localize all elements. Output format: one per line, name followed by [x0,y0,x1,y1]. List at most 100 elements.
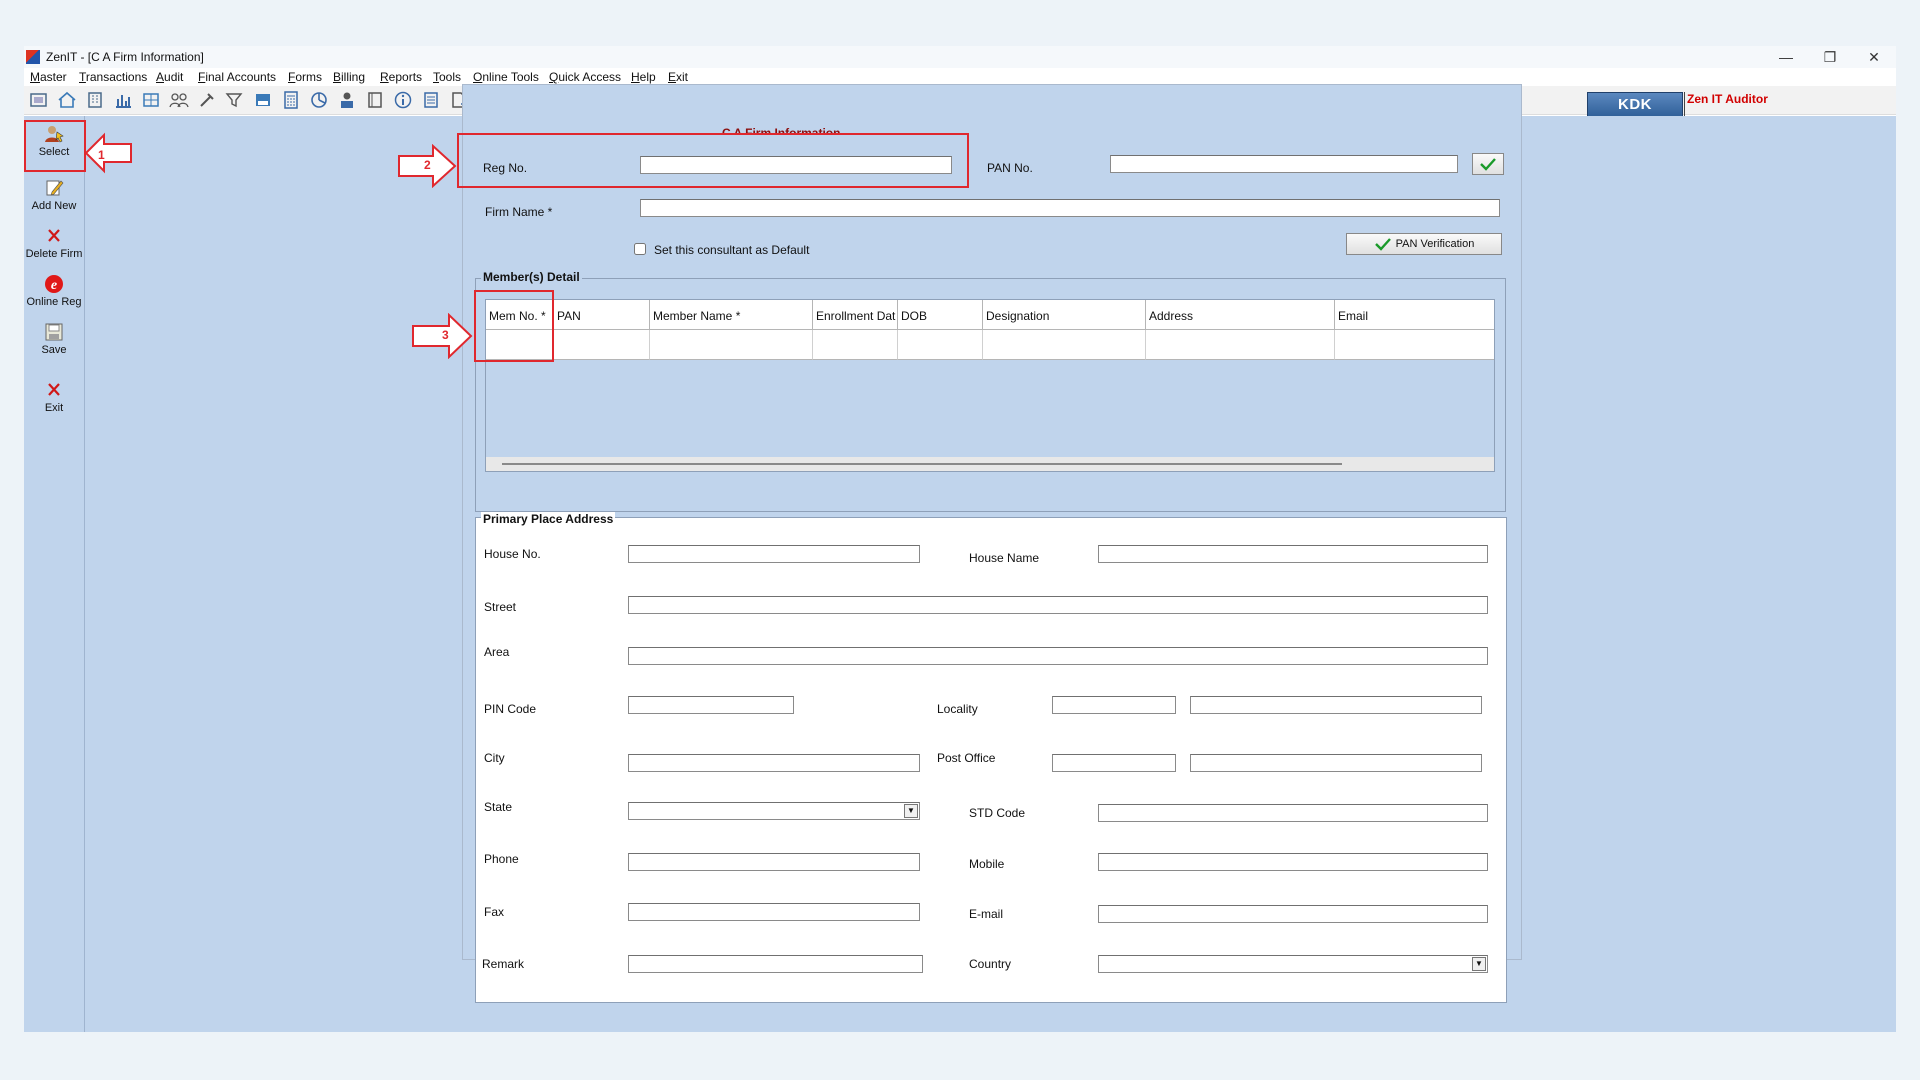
post-office-code-input[interactable] [1052,754,1176,772]
city-input[interactable] [628,754,920,772]
state-select[interactable]: ▼ [628,802,920,820]
save-button[interactable]: Save [24,322,84,356]
col-dob[interactable]: DOB [898,300,983,330]
mobile-input[interactable] [1098,853,1488,871]
phone-label: Phone [484,852,519,866]
home-icon[interactable] [56,90,78,110]
open-icon[interactable] [28,90,50,110]
ledger-icon[interactable] [420,90,442,110]
cell-address[interactable] [1146,330,1335,360]
menu-forms[interactable]: Forms [288,70,322,84]
col-designation[interactable]: Designation [983,300,1146,330]
cell-dob[interactable] [898,330,983,360]
restore-button[interactable]: ❐ [1808,46,1852,68]
email-input[interactable] [1098,905,1488,923]
cell-enrollment-date[interactable] [813,330,898,360]
online-reg-button[interactable]: e Online Reg [24,274,84,308]
tax-icon[interactable] [252,90,274,110]
cell-pan[interactable] [554,330,650,360]
pan-verification-button[interactable]: PAN Verification [1346,233,1502,255]
members-hscrollbar[interactable] [486,457,1494,471]
house-no-input[interactable] [628,545,920,563]
delete-firm-button[interactable]: Delete Firm [24,226,84,260]
pan-check-button[interactable] [1472,153,1504,175]
default-consultant-checkbox[interactable] [634,243,646,255]
menu-quick-access[interactable]: Quick Access [549,70,621,84]
fax-label: Fax [484,905,505,919]
checkmark-icon [1374,238,1391,251]
save-icon [45,323,63,341]
std-code-label: STD Code [969,806,1026,820]
close-button[interactable]: ✕ [1852,46,1896,68]
cell-email[interactable] [1335,330,1494,360]
area-input[interactable] [628,647,1488,665]
menu-final-accounts[interactable]: Final Accounts [198,70,276,84]
phone-input[interactable] [628,853,920,871]
users-icon[interactable] [168,90,190,110]
exit-icon [48,383,60,396]
cell-member-name[interactable] [650,330,813,360]
col-enrollment-date[interactable]: Enrollment Dat [813,300,898,330]
pie-chart-icon[interactable] [308,90,330,110]
delete-icon [48,229,60,242]
grid-icon[interactable] [140,90,162,110]
remark-input[interactable] [628,955,923,973]
building-icon[interactable] [84,90,106,110]
menu-help[interactable]: Help [631,70,656,84]
bar-chart-icon[interactable] [112,90,134,110]
locality-code-input[interactable] [1052,696,1176,714]
app-logo-icon [26,50,40,64]
filter-icon[interactable] [224,90,246,110]
post-office-input[interactable] [1190,754,1482,772]
arrow-1-icon [84,132,132,174]
col-member-name[interactable]: Member Name * [650,300,813,330]
menu-transactions[interactable]: Transactions [79,70,147,84]
book-icon[interactable] [364,90,386,110]
mobile-label: Mobile [969,857,1005,871]
firm-name-input[interactable] [640,199,1500,217]
title-bar: ZenIT - [C A Firm Information] — ❐ ✕ [24,46,1896,68]
fax-input[interactable] [628,903,920,921]
members-title: Member(s) Detail [481,270,582,284]
col-email[interactable]: Email [1335,300,1494,330]
menu-exit[interactable]: Exit [668,70,688,84]
menu-reports[interactable]: Reports [380,70,422,84]
email-label: E-mail [969,907,1004,921]
calculator-icon[interactable] [280,90,302,110]
locality-input[interactable] [1190,696,1482,714]
exit-button[interactable]: Exit [24,380,84,414]
locality-label: Locality [937,702,978,716]
checkmark-icon [1480,158,1496,171]
menu-billing[interactable]: Billing [333,70,365,84]
pan-no-input[interactable] [1110,155,1458,173]
scroll-thumb[interactable] [502,463,1342,465]
cell-designation[interactable] [983,330,1146,360]
info-icon[interactable] [392,90,414,110]
remark-label: Remark [482,957,525,971]
svg-text:e: e [51,278,57,293]
members-grid[interactable]: Mem No. * PAN Member Name * Enrollment D… [485,299,1495,472]
house-name-label: House Name [969,551,1040,565]
country-select[interactable]: ▼ [1098,955,1488,973]
street-input[interactable] [628,596,1488,614]
add-new-button[interactable]: Add New [24,178,84,212]
menu-tools[interactable]: Tools [433,70,461,84]
kdk-assist-logo[interactable]: KDK ASSIST [1587,92,1683,137]
house-name-input[interactable] [1098,545,1488,563]
chevron-down-icon[interactable]: ▼ [904,804,918,818]
menu-audit[interactable]: Audit [156,70,183,84]
menu-online-tools[interactable]: Online Tools [473,70,539,84]
col-address[interactable]: Address [1146,300,1335,330]
pin-code-input[interactable] [628,696,794,714]
menu-master[interactable]: Master [30,70,67,84]
tools-icon[interactable] [196,90,218,110]
std-code-input[interactable] [1098,804,1488,822]
annotation-3: 3 [442,328,449,342]
minimize-button[interactable]: — [1764,46,1808,68]
add-new-icon [46,180,64,196]
chevron-down-icon[interactable]: ▼ [1472,957,1486,971]
user-pay-icon[interactable] [336,90,358,110]
house-no-label: House No. [484,547,541,561]
col-pan[interactable]: PAN [554,300,650,330]
exit-label: Exit [44,402,64,414]
